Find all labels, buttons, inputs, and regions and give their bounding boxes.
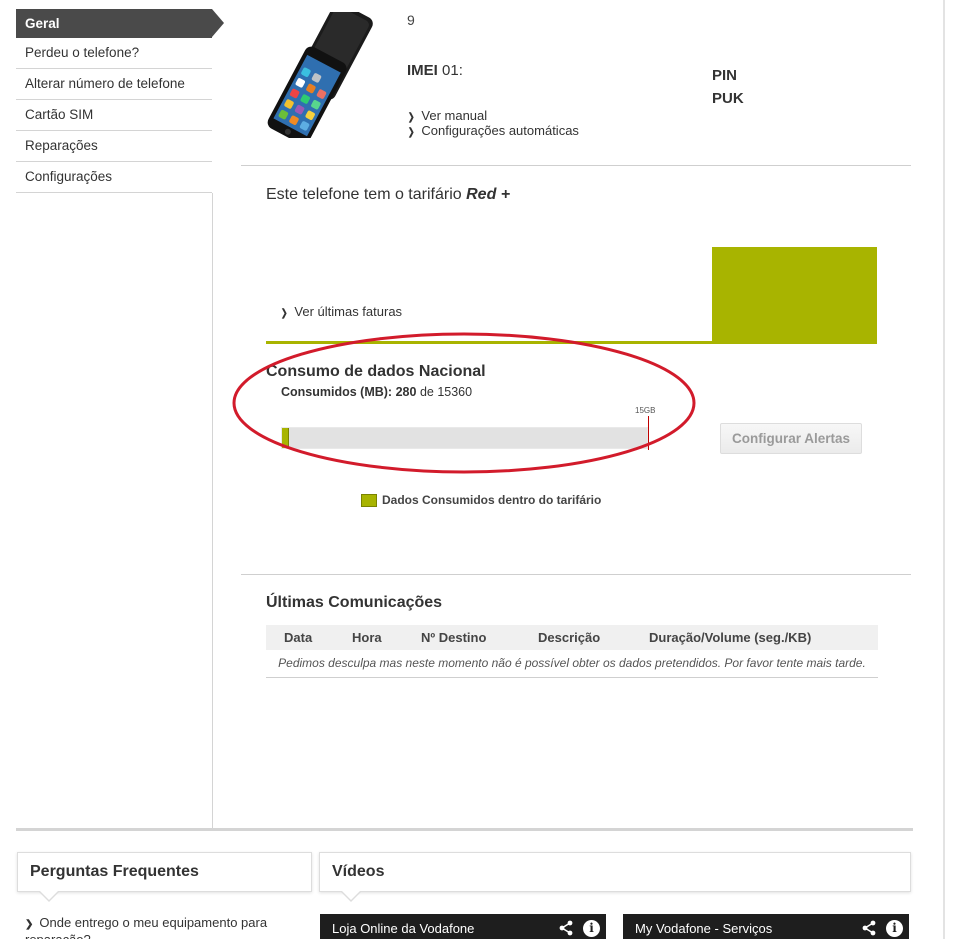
imei-value: 01: (442, 62, 463, 79)
sidebar-item-sim-card[interactable]: Cartão SIM (16, 100, 212, 131)
faq-question-link[interactable]: ❯Onde entrego o meu equipamento para rep… (25, 915, 285, 939)
col-duration: Duração/Volume (seg./KB) (649, 625, 878, 650)
communications-title: Últimas Comunicações (266, 594, 443, 611)
legend-swatch (361, 493, 377, 507)
col-date: Data (266, 625, 352, 650)
chevron-right-icon: ❯ (407, 112, 415, 123)
tariff-name: Red + (466, 186, 511, 203)
sidebar-item-lost-phone[interactable]: Perdeu o telefone? (16, 38, 212, 69)
phone-number: 9 (407, 12, 415, 28)
imei-line: IMEI 01: (407, 62, 463, 79)
sidebar-item-change-number[interactable]: Alterar número de telefone (16, 69, 212, 100)
legend-label: Dados Consumidos dentro do tarifário (382, 493, 602, 507)
col-time: Hora (352, 625, 421, 650)
phone-image (267, 12, 373, 138)
share-icon[interactable] (861, 920, 877, 936)
pin-label: PIN (712, 67, 738, 84)
sidebar-nav: Geral Perdeu o telefone? Alterar número … (16, 0, 224, 193)
communications-table: Data Hora Nº Destino Descrição Duração/V… (266, 625, 878, 678)
chevron-right-icon: ❯ (407, 127, 415, 138)
configure-alerts-button[interactable]: Configurar Alertas (720, 423, 862, 454)
video-item[interactable]: My Vodafone - Serviços i (623, 914, 909, 939)
invoices-link-label: Ver últimas faturas (294, 304, 403, 319)
chevron-right-icon: ❯ (25, 919, 34, 930)
footer-divider (16, 828, 913, 831)
imei-label: IMEI (407, 62, 438, 79)
sidebar-item-settings[interactable]: Configurações (16, 162, 212, 193)
video-item[interactable]: Loja Online da Vodafone i (320, 914, 606, 939)
empty-message: Pedimos desculpa mas neste momento não é… (266, 650, 878, 678)
tariff-info: Este telefone tem o tarifário Red + (266, 186, 510, 204)
info-icon[interactable]: i (583, 920, 600, 937)
chevron-right-icon: ❯ (280, 308, 288, 319)
red-highlight-oval (232, 332, 696, 474)
sidebar-item-repairs[interactable]: Reparações (16, 131, 212, 162)
videos-panel-header: Vídeos (319, 852, 911, 902)
puk-label: PUK (712, 90, 744, 107)
tariff-promo-box (712, 247, 877, 343)
section-divider (241, 165, 911, 166)
sidebar-item-geral[interactable]: Geral (16, 9, 224, 38)
sidebar-divider (212, 193, 213, 829)
info-icon[interactable]: i (886, 920, 903, 937)
consumption-legend: Dados Consumidos dentro do tarifário (361, 493, 601, 507)
page-right-edge (943, 0, 945, 939)
col-destination: Nº Destino (421, 625, 538, 650)
manual-link-label: Ver manual (421, 108, 488, 123)
auto-config-link-label: Configurações automáticas (421, 123, 579, 138)
col-description: Descrição (538, 625, 649, 650)
video-title: My Vodafone - Serviços (635, 921, 773, 936)
faq-panel-header: Perguntas Frequentes (17, 852, 312, 902)
video-title: Loja Online da Vodafone (332, 921, 475, 936)
faq-question-label: Onde entrego o meu equipamento para repa… (25, 915, 268, 939)
share-icon[interactable] (558, 920, 574, 936)
invoices-link[interactable]: ❯ Ver últimas faturas (280, 304, 402, 319)
section-divider (241, 574, 911, 575)
manual-link[interactable]: ❯ Ver manual (407, 108, 487, 123)
auto-config-link[interactable]: ❯ Configurações automáticas (407, 123, 579, 138)
tariff-prefix: Este telefone tem o tarifário (266, 186, 462, 203)
